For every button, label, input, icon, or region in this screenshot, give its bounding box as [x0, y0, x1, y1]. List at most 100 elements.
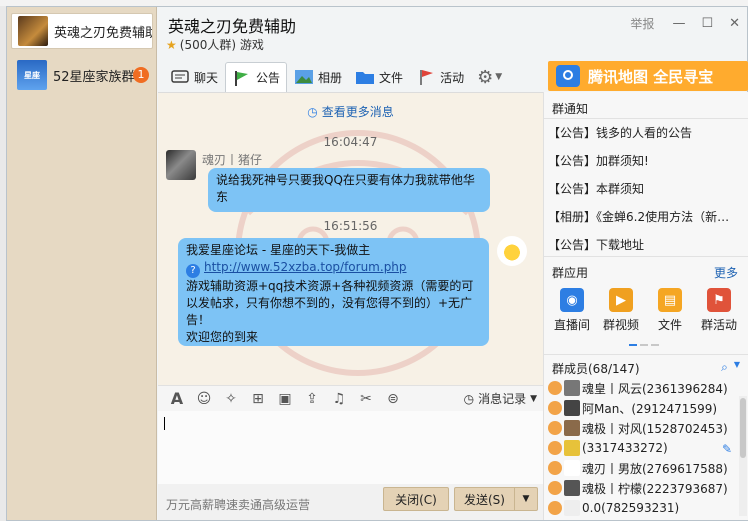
search-icon[interactable]: ⌕	[721, 360, 728, 375]
member-item[interactable]: 魂极丨柠檬(2223793687)	[548, 478, 734, 498]
clock-icon: ◷	[463, 391, 475, 406]
member-role-icon	[548, 441, 562, 455]
member-name: 阿Man、(2912471599)	[582, 401, 718, 416]
shake-icon[interactable]: ✧	[222, 390, 240, 408]
tab-label: 公告	[256, 71, 281, 85]
member-role-icon	[548, 381, 562, 395]
tab-announcement[interactable]: 公告	[225, 62, 288, 92]
member-item[interactable]: 魂刃丨男放(2769617588)	[548, 458, 734, 478]
image-icon[interactable]: ▣	[276, 390, 294, 408]
close-button[interactable]: 关闭(C)	[383, 487, 449, 511]
tab-files[interactable]: 文件	[349, 62, 409, 92]
member-avatar	[564, 420, 580, 436]
send-button[interactable]: 发送(S)	[454, 487, 514, 511]
folder-icon	[355, 68, 375, 86]
minimize-icon[interactable]: —	[672, 16, 685, 31]
member-avatar	[564, 500, 580, 516]
member-item[interactable]: 阿Man、(2912471599)	[548, 398, 734, 418]
sender-name[interactable]: 魂刃丨猪仔	[202, 151, 262, 168]
member-list-scrollbar[interactable]	[739, 396, 747, 516]
member-name: 魂刃丨男放(2769617588)	[582, 461, 728, 476]
message-input[interactable]	[158, 411, 543, 484]
own-avatar[interactable]	[497, 236, 527, 266]
session-item-52xingzuo[interactable]: 星座 52星座家族群 1	[11, 57, 153, 93]
notice-item[interactable]: 【公告】下载地址	[548, 236, 738, 253]
notice-item[interactable]: 【公告】钱多的人看的公告	[548, 124, 738, 141]
scrollbar-thumb[interactable]	[740, 398, 746, 458]
feature-tabs: 聊天 公告 相册 文件 活动 ⚙ ▼	[158, 59, 548, 92]
member-role-icon	[548, 401, 562, 415]
pay-icon[interactable]: ⊜	[384, 390, 402, 408]
tab-label: 文件	[379, 70, 404, 85]
group-avatar: 星座	[17, 60, 47, 90]
member-item[interactable]: 魂极丨对风(1528702453)	[548, 418, 734, 438]
apps-section-title: 群应用	[552, 266, 589, 280]
more-apps-link[interactable]: 更多	[714, 264, 738, 281]
settings-button[interactable]: ⚙ ▼	[471, 62, 508, 92]
music-icon[interactable]: ♫	[330, 390, 348, 408]
input-footer: 万元高薪聘速卖通高级运营 关闭(C) 发送(S) ▼	[158, 484, 543, 520]
chevron-down-icon: ▼	[495, 72, 503, 82]
notice-item[interactable]: 【公告】加群须知!	[548, 152, 738, 169]
app-live-room[interactable]: ◉ 直播间	[548, 288, 596, 333]
close-icon[interactable]: ✕	[729, 16, 740, 31]
message-area[interactable]: ◷ 查看更多消息 16:04:47 魂刃丨猪仔 说给我死神号只要我QQ在只要有体…	[158, 92, 543, 385]
member-name: 魂极丨对风(1528702453)	[582, 421, 728, 436]
pager-dot[interactable]	[629, 344, 637, 346]
member-item[interactable]: (3317433272)	[548, 438, 734, 458]
group-apps: ◉ 直播间 ▶ 群视频 ▤ 文件 ⚑ 群活动	[548, 288, 743, 333]
message-link[interactable]: http://www.52xzba.top/forum.php	[204, 260, 407, 274]
font-icon[interactable]: A	[168, 389, 186, 408]
video-icon: ▶	[609, 288, 633, 312]
member-item[interactable]: 0.0(782593231)	[548, 498, 734, 518]
member-tools: ⌕ ▼	[721, 360, 740, 375]
report-button[interactable]: 举报	[630, 15, 654, 32]
group-info-panel: 群通知 【公告】钱多的人看的公告 【公告】加群须知! 【公告】本群须知 【相册】…	[543, 92, 748, 520]
chat-window: 英魂之刃免费辅助 星座 52星座家族群 1 英魂之刃免费辅助 ★ (500人群)…	[6, 6, 748, 521]
tab-activity[interactable]: 活动	[410, 62, 470, 92]
message-history-button[interactable]: ◷ 消息记录 ▼	[464, 390, 537, 407]
notice-item[interactable]: 【公告】本群须知	[548, 180, 738, 197]
screenshot-icon[interactable]: ✂	[357, 390, 375, 408]
divider	[544, 354, 748, 355]
member-name: (3317433272)	[582, 441, 668, 455]
member-avatar	[564, 460, 580, 476]
footer-ad-link[interactable]: 万元高薪聘速卖通高级运营	[166, 496, 310, 513]
session-item-yinghun[interactable]: 英魂之刃免费辅助	[11, 13, 153, 49]
link-info-icon: ?	[186, 264, 200, 278]
send-options-button[interactable]: ▼	[514, 487, 538, 511]
gift-icon[interactable]: ⊞	[249, 390, 267, 408]
edit-icon[interactable]: ✎	[722, 442, 732, 456]
maximize-icon[interactable]: ☐	[701, 16, 713, 31]
emoji-icon[interactable]: ☺	[195, 390, 213, 408]
notice-section-title: 群通知	[552, 102, 589, 116]
upload-icon[interactable]: ⇪	[303, 390, 321, 408]
divider	[544, 256, 748, 257]
message-timestamp: 16:04:47	[323, 135, 378, 149]
app-group-activity[interactable]: ⚑ 群活动	[695, 288, 743, 333]
ad-text: 腾讯地图 全民寻宝	[588, 67, 714, 86]
message-text: 游戏辅助资源+qq技术资源+各种视频资源（需要的可以发帖求，只有你想不到的，没有…	[186, 279, 474, 327]
member-name: 魂极丨柠檬(2223793687)	[582, 481, 728, 496]
chat-icon	[170, 68, 190, 86]
member-avatar	[564, 380, 580, 396]
sender-avatar[interactable]	[166, 150, 196, 180]
notice-item[interactable]: 【相册】《金蝉6.2使用方法（新…	[548, 208, 738, 225]
member-item[interactable]: 魂皇丨风云(2361396284)	[548, 378, 734, 398]
tab-chat[interactable]: 聊天	[164, 62, 224, 92]
pager-dot[interactable]	[640, 344, 648, 346]
tab-label: 相册	[318, 70, 343, 85]
chevron-down-icon[interactable]: ▼	[734, 360, 740, 375]
pager-dot[interactable]	[651, 344, 659, 346]
session-list: 英魂之刃免费辅助 星座 52星座家族群 1	[7, 7, 157, 520]
map-ad-banner[interactable]: 腾讯地图 全民寻宝	[548, 61, 748, 91]
app-group-video[interactable]: ▶ 群视频	[597, 288, 645, 333]
tab-album[interactable]: 相册	[288, 62, 348, 92]
view-more-messages-link[interactable]: ◷ 查看更多消息	[158, 103, 543, 120]
history-label: 消息记录	[478, 392, 527, 406]
clock-icon: ◷	[307, 104, 318, 119]
message-text: 我爱星座论坛 - 星座的天下-我做主	[186, 243, 371, 257]
app-files[interactable]: ▤ 文件	[646, 288, 694, 333]
tab-label: 活动	[440, 70, 465, 85]
group-subtitle: ★ (500人群) 游戏	[166, 36, 264, 53]
